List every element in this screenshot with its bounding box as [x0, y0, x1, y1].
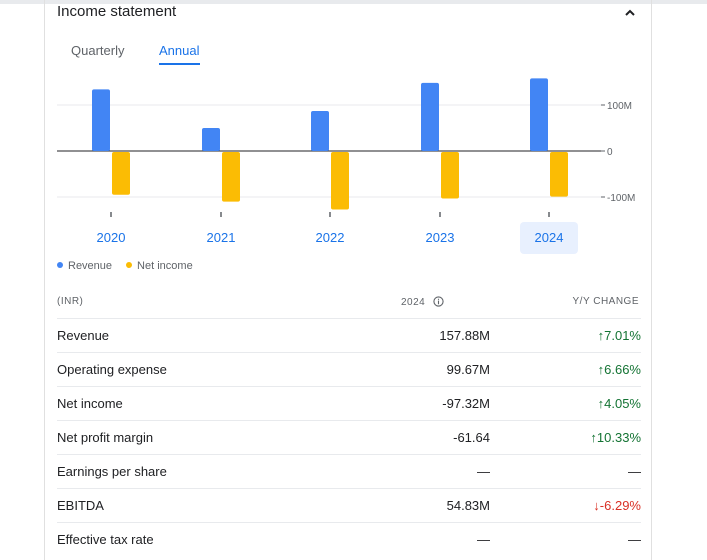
table-row: Net profit margin -61.64 ↑10.33% — [57, 420, 641, 454]
net-income-bar-2024[interactable] — [550, 152, 568, 197]
legend-revenue: Revenue — [57, 260, 112, 272]
change-value: 10.33% — [596, 430, 641, 445]
row-label: Net profit margin — [57, 430, 154, 445]
table-row: EBITDA 54.83M ↓-6.29% — [57, 488, 641, 522]
table-row: Effective tax rate — — — [57, 522, 641, 556]
row-change: ↑6.66% — [598, 362, 641, 377]
change-value: — — [628, 532, 641, 547]
row-value: — — [477, 532, 490, 547]
year-2021[interactable]: 2021 — [192, 222, 250, 254]
row-label: Effective tax rate — [57, 532, 154, 547]
income-chart: 100M 0 -100M — [57, 78, 635, 217]
row-value: 99.67M — [446, 362, 490, 377]
revenue-bar-2024[interactable] — [530, 78, 548, 151]
net-income-bar-2023[interactable] — [441, 152, 459, 199]
table-row: Earnings per share — — — [57, 454, 641, 488]
row-value: 54.83M — [446, 498, 490, 513]
row-label: Operating expense — [57, 362, 167, 377]
row-change: ↑10.33% — [590, 430, 641, 445]
row-value: -61.64 — [453, 430, 490, 445]
row-value: 157.88M — [439, 328, 490, 343]
change-value: 4.05% — [604, 396, 641, 411]
row-value: — — [477, 464, 490, 479]
row-label: EBITDA — [57, 498, 104, 513]
y-tick-label: 0 — [607, 147, 613, 158]
table-row: Operating expense 99.67M ↑6.66% — [57, 352, 641, 386]
row-change: ↑7.01% — [598, 328, 641, 343]
row-value: -97.32M — [442, 396, 490, 411]
net-income-bar-2021[interactable] — [222, 152, 240, 202]
change-value: 7.01% — [604, 328, 641, 343]
table-row: Net income -97.32M ↑4.05% — [57, 386, 641, 420]
net-income-bar-2020[interactable] — [112, 152, 130, 195]
row-change: ↓-6.29% — [593, 498, 641, 513]
row-label: Net income — [57, 396, 123, 411]
year-2024[interactable]: 2024 — [520, 222, 578, 254]
change-value: — — [628, 464, 641, 479]
y-tick-label: -100M — [607, 193, 635, 204]
income-statement-card: Income statement Quarterly Annual 100M 0-… — [44, 0, 652, 560]
revenue-bar-2023[interactable] — [421, 82, 439, 151]
row-change: — — [628, 464, 641, 479]
chart-legend: Revenue Net income — [57, 260, 193, 272]
info-icon[interactable] — [432, 296, 444, 307]
table-header-year: 2024 — [401, 296, 444, 308]
change-value: -6.29% — [599, 498, 641, 513]
year-2022[interactable]: 2022 — [301, 222, 359, 254]
revenue-bar-2022[interactable] — [311, 110, 329, 151]
revenue-bar-2020[interactable] — [92, 89, 110, 151]
net-income-bar-2022[interactable] — [331, 152, 349, 210]
row-label: Revenue — [57, 328, 110, 343]
financials-table: Revenue 157.88M ↑7.01% Operating expense 99.… — [57, 318, 641, 556]
row-change: — — [628, 532, 641, 547]
year-2023[interactable]: 2023 — [411, 222, 469, 254]
change-value: 6.66% — [604, 362, 641, 377]
legend-net-income: Net income — [126, 260, 193, 272]
revenue-bar-2021[interactable] — [202, 128, 220, 151]
row-change: ↑4.05% — [598, 396, 641, 411]
table-header-currency: (INR) — [57, 296, 84, 307]
row-label: Earnings per share — [57, 464, 167, 479]
table-row: Revenue 157.88M ↑7.01% — [57, 318, 641, 352]
year-2020[interactable]: 2020 — [82, 222, 140, 254]
y-tick-label: 100M — [607, 101, 632, 112]
table-header-change: Y/Y CHANGE — [572, 296, 639, 307]
